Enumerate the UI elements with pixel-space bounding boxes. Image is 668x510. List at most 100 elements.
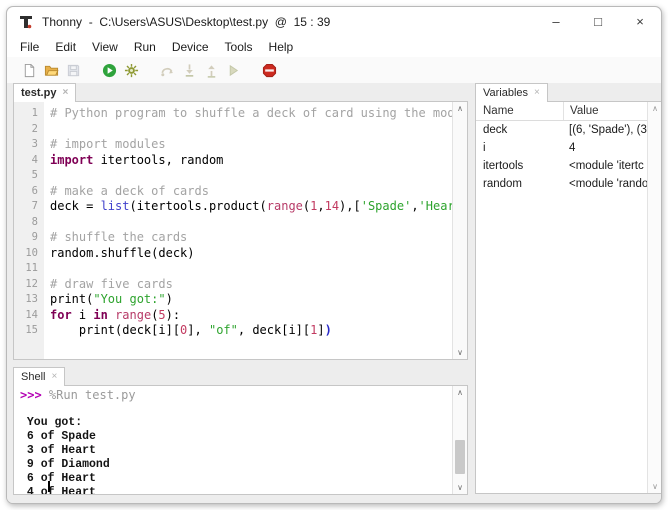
shell-vscrollbar[interactable]: ∧ ∨: [452, 386, 467, 494]
run-script-button[interactable]: [99, 60, 119, 80]
code-text: random.shuffle(deck): [44, 246, 195, 262]
tab-variables[interactable]: Variables ×: [475, 83, 548, 102]
variable-row[interactable]: deck[(6, 'Spade'), (3,: [476, 121, 648, 139]
code-text: # make a deck of cards: [44, 184, 209, 200]
code-token: (itertools.product(: [129, 199, 266, 213]
code-text: print("You got:"): [44, 292, 173, 308]
code-token: # Python program to shuffle a deck of ca…: [50, 106, 453, 120]
code-token: # make a deck of cards: [50, 184, 209, 198]
code-token: , deck[i][: [238, 323, 310, 337]
stop-restart-button[interactable]: [259, 60, 279, 80]
code-token: 3 of Heart: [20, 444, 96, 457]
save-file-button[interactable]: [63, 60, 83, 80]
debug-script-button[interactable]: [121, 60, 141, 80]
tab-shell[interactable]: Shell ×: [13, 367, 65, 386]
menu-tools[interactable]: Tools: [217, 39, 261, 55]
code-token: print(: [50, 292, 93, 306]
save-file-icon: [66, 63, 81, 78]
step-out-icon: [204, 63, 219, 78]
code-line: 13print("You got:"): [14, 292, 453, 308]
scroll-down-icon[interactable]: ∨: [648, 480, 662, 493]
code-token: range: [115, 308, 151, 322]
step-out-button[interactable]: [201, 60, 221, 80]
line-number: 12: [14, 277, 44, 293]
shell-line: 9 of Diamond: [20, 457, 453, 471]
title-bar[interactable]: Thonny - C:\Users\ASUS\Desktop\test.py @…: [7, 7, 661, 37]
variable-row[interactable]: itertools<module 'itertc: [476, 157, 648, 175]
close-button[interactable]: ×: [619, 7, 661, 37]
variable-value: [(6, 'Spade'), (3,: [563, 124, 648, 136]
code-text: [44, 215, 50, 231]
open-file-button[interactable]: [41, 60, 61, 80]
code-editor[interactable]: 1# Python program to shuffle a deck of c…: [13, 101, 468, 360]
shell-line: 6 of Heart: [20, 471, 453, 485]
code-token: You got:: [20, 416, 82, 429]
code-token: >>>: [20, 388, 49, 402]
line-number: 11: [14, 261, 44, 277]
code-token: 4 of Heart: [20, 486, 96, 494]
menu-run[interactable]: Run: [126, 39, 164, 55]
menu-view[interactable]: View: [84, 39, 126, 55]
menu-bar: FileEditViewRunDeviceToolsHelp: [7, 37, 661, 57]
variables-table[interactable]: Name Value deck[(6, 'Spade'), (3,i4itert…: [476, 102, 648, 493]
menu-device[interactable]: Device: [164, 39, 217, 55]
line-number: 2: [14, 122, 44, 138]
tab-test-py[interactable]: test.py ×: [13, 83, 76, 102]
scroll-up-icon[interactable]: ∧: [453, 102, 467, 115]
tab-variables-label: Variables: [483, 87, 528, 99]
menu-help[interactable]: Help: [261, 39, 302, 55]
step-into-button[interactable]: [179, 60, 199, 80]
code-line: 11: [14, 261, 453, 277]
new-file-button[interactable]: [19, 60, 39, 80]
code-line: 9# shuffle the cards: [14, 230, 453, 246]
resume-button[interactable]: [223, 60, 243, 80]
tab-test-py-label: test.py: [21, 87, 56, 99]
code-text: # import modules: [44, 137, 166, 153]
scroll-down-icon[interactable]: ∨: [453, 481, 467, 494]
code-token: for: [50, 308, 72, 322]
variables-vscrollbar[interactable]: ∧ ∨: [647, 102, 662, 493]
run-script-icon: [102, 63, 117, 78]
minimize-button[interactable]: –: [535, 7, 577, 37]
code-token: ]: [317, 323, 324, 337]
tab-close-icon[interactable]: ×: [62, 88, 68, 98]
tab-close-icon[interactable]: ×: [51, 372, 57, 382]
line-number: 10: [14, 246, 44, 262]
code-line: 1# Python program to shuffle a deck of c…: [14, 106, 453, 122]
editor-vscrollbar[interactable]: ∧ ∨: [452, 102, 467, 359]
toolbar: [7, 57, 661, 83]
code-text: import itertools, random: [44, 153, 223, 169]
debug-script-icon: [124, 63, 139, 78]
variable-row[interactable]: random<module 'rando: [476, 175, 648, 193]
line-number: 15: [14, 323, 44, 339]
shell-output[interactable]: >>> %Run test.py You got: 6 of Spade 3 o…: [14, 386, 453, 494]
shell-line: You got:: [20, 415, 453, 429]
scroll-down-icon[interactable]: ∨: [453, 346, 467, 359]
scroll-up-icon[interactable]: ∧: [453, 386, 467, 399]
scrollbar-thumb[interactable]: [455, 440, 465, 474]
menu-edit[interactable]: Edit: [47, 39, 84, 55]
menu-file[interactable]: File: [12, 39, 47, 55]
step-over-button[interactable]: [157, 60, 177, 80]
code-token: ):: [166, 308, 180, 322]
code-area[interactable]: 1# Python program to shuffle a deck of c…: [14, 102, 453, 359]
line-number: 7: [14, 199, 44, 215]
code-token: random.shuffle(deck): [50, 246, 195, 260]
code-token: # import modules: [50, 137, 166, 151]
shell-line: 4 of Heart: [20, 485, 453, 494]
variable-row[interactable]: i4: [476, 139, 648, 157]
code-text: [44, 168, 50, 184]
code-line: 12# draw five cards: [14, 277, 453, 293]
stop-restart-icon: [262, 63, 277, 78]
tab-close-icon[interactable]: ×: [534, 88, 540, 98]
code-text: for i in range(5):: [44, 308, 180, 324]
code-token: 5: [158, 308, 165, 322]
code-token: # shuffle the cards: [50, 230, 187, 244]
shell-panel[interactable]: >>> %Run test.py You got: 6 of Spade 3 o…: [13, 385, 468, 495]
scroll-up-icon[interactable]: ∧: [648, 102, 662, 115]
step-over-icon: [160, 63, 175, 78]
code-token: ],: [187, 323, 209, 337]
maximize-button[interactable]: □: [577, 7, 619, 37]
variables-panel[interactable]: Name Value deck[(6, 'Spade'), (3,i4itert…: [475, 101, 662, 494]
shell-line: 3 of Heart: [20, 443, 453, 457]
